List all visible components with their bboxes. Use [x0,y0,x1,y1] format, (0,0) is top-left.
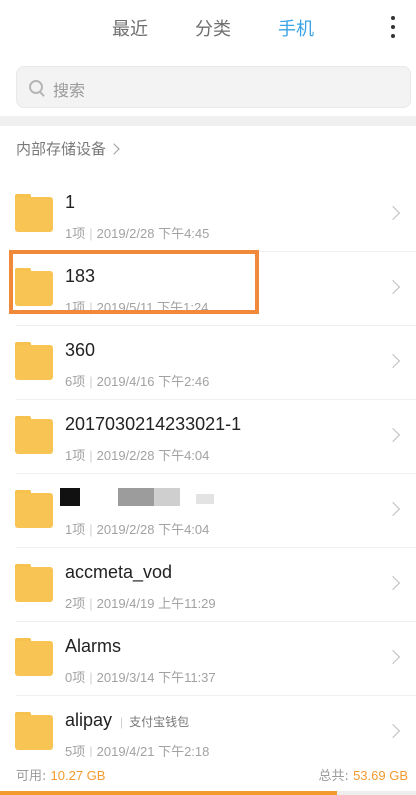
breadcrumb-label: 内部存储设备 [16,140,107,158]
item-name: Alarms [65,636,122,656]
list-item[interactable]: 1 1项 | 2019/2/28 下午4:45 [0,178,416,252]
folder-icon [15,416,53,454]
tab-recent[interactable]: 最近 [112,15,148,41]
item-meta: 1项 | 2019/2/28 下午4:45 [65,226,210,241]
redaction-block [60,488,80,506]
chevron-right-icon [108,143,120,155]
folder-icon [15,194,53,232]
chevron-right-icon [385,205,401,221]
item-meta: 2项 | 2019/4/19 上午11:29 [65,596,216,611]
chevron-right-icon [385,649,401,665]
tab-phone[interactable]: 手机 [278,15,314,41]
folder-icon [15,564,53,602]
list-item[interactable]: 2017030214233021-1 1项 | 2019/2/28 下午4:04 [0,400,416,474]
total-storage: 总共: 53.69 GB [318,768,408,784]
chevron-right-icon [385,575,401,591]
chevron-right-icon [385,427,401,443]
available-storage: 可用: 10.27 GB [16,768,106,784]
list-item[interactable]: Alarms 0项 | 2019/3/14 下午11:37 [0,622,416,696]
item-tag: 支付宝钱包 [120,715,189,729]
folder-icon [15,712,53,750]
item-meta: 6项 | 2019/4/16 下午2:46 [65,374,210,389]
tab-category[interactable]: 分类 [195,15,231,41]
highlight-box [9,250,259,314]
item-meta: 0项 | 2019/3/14 下午11:37 [65,670,216,685]
folder-icon [15,638,53,676]
redaction-block [118,488,154,506]
chevron-right-icon [385,501,401,517]
redaction-block [154,488,180,506]
search-bar[interactable]: 搜索 [16,66,411,108]
breadcrumb[interactable]: 内部存储设备 [16,138,120,159]
search-icon [29,80,43,94]
item-name: 2017030214233021-1 [65,414,242,434]
folder-icon [15,342,53,380]
list-item[interactable]: 360 6项 | 2019/4/16 下午2:46 [0,326,416,400]
list-item[interactable]: 1项 | 2019/2/28 下午4:04 [0,474,416,548]
storage-progress [0,791,416,795]
more-options-icon[interactable] [386,14,400,40]
chevron-right-icon [385,723,401,739]
chevron-right-icon [385,279,401,295]
storage-progress-fill [0,791,337,795]
item-name: 1 [65,192,76,212]
search-input[interactable]: 搜索 [53,77,85,101]
section-divider [0,116,416,126]
item-name: 360 [65,340,96,360]
chevron-right-icon [385,353,401,369]
folder-icon [15,490,53,528]
storage-bar: 可用: 10.27 GB 总共: 53.69 GB [0,757,416,795]
item-name: accmeta_vod [65,562,173,582]
item-meta: 1项 | 2019/2/28 下午4:04 [65,522,210,537]
top-tabs: 最近 分类 手机 [0,0,416,56]
item-meta: 1项 | 2019/2/28 下午4:04 [65,448,210,463]
list-item[interactable]: accmeta_vod 2项 | 2019/4/19 上午11:29 [0,548,416,622]
redaction-block [196,494,214,504]
item-name: alipay支付宝钱包 [65,710,189,731]
